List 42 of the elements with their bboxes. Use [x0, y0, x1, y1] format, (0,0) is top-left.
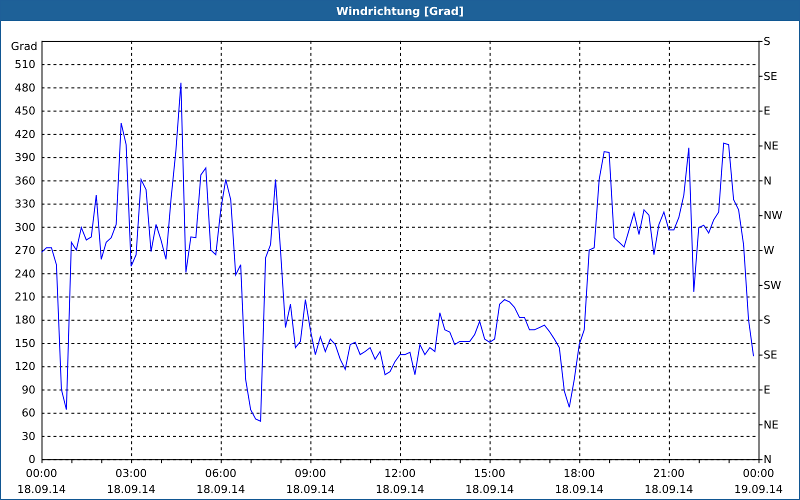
x-tick-label: 00:00 19.09.14	[734, 467, 783, 496]
y-tick-label: 390	[14, 151, 36, 164]
y-tick-label: 30	[22, 430, 36, 443]
compass-label: SE	[763, 70, 778, 83]
y-tick-label: 210	[14, 290, 36, 304]
compass-label: NW	[763, 209, 782, 222]
y-tick-label: 480	[14, 81, 36, 94]
x-tick-label: 15:00 18.09.14	[465, 467, 514, 496]
x-tick-label: 06:00 18.09.14	[196, 467, 246, 496]
y-tick-label: 420	[14, 128, 36, 141]
y-tick-label: 90	[22, 383, 36, 396]
compass-label: S	[763, 314, 770, 327]
y-tick-label: 240	[14, 267, 36, 280]
y-tick-label: 0	[28, 453, 36, 466]
compass-label: W	[763, 244, 774, 258]
compass-label: NE	[763, 418, 779, 432]
compass-label: E	[763, 104, 770, 118]
y-tick-label: 60	[22, 406, 36, 420]
y-tick-label: 510	[14, 58, 36, 72]
x-tick-label: 18:00 18.09.14	[554, 467, 604, 496]
compass-label: N	[763, 174, 772, 188]
compass-label: N	[763, 453, 772, 466]
x-tick-label: 03:00 18.09.14	[106, 467, 156, 496]
x-tick-label: 12:00 18.09.14	[376, 467, 424, 496]
compass-label: S	[763, 34, 770, 48]
y-tick-label: 180	[14, 314, 36, 327]
compass-label: SE	[763, 348, 778, 362]
window-title: Windrichtung [Grad]	[1, 1, 799, 21]
x-tick-label: 09:00 18.09.14	[286, 467, 335, 496]
y-tick-label: 270	[14, 244, 36, 258]
compass-label: E	[763, 383, 770, 396]
x-tick-label: 21:00 18.09.14	[644, 467, 694, 496]
y-tick-label: 300	[14, 220, 36, 234]
y-tick-label: 120	[14, 360, 36, 374]
y-axis-title: Grad	[10, 40, 38, 53]
y-tick-label: 330	[14, 198, 36, 211]
y-tick-label: 360	[14, 174, 36, 188]
y-tick-label: 150	[14, 336, 36, 350]
y-tick-label: 450	[14, 104, 36, 118]
compass-label: NE	[763, 139, 779, 152]
compass-label: SW	[763, 278, 782, 292]
x-tick-label: 00:00 18.09.14	[17, 467, 66, 496]
